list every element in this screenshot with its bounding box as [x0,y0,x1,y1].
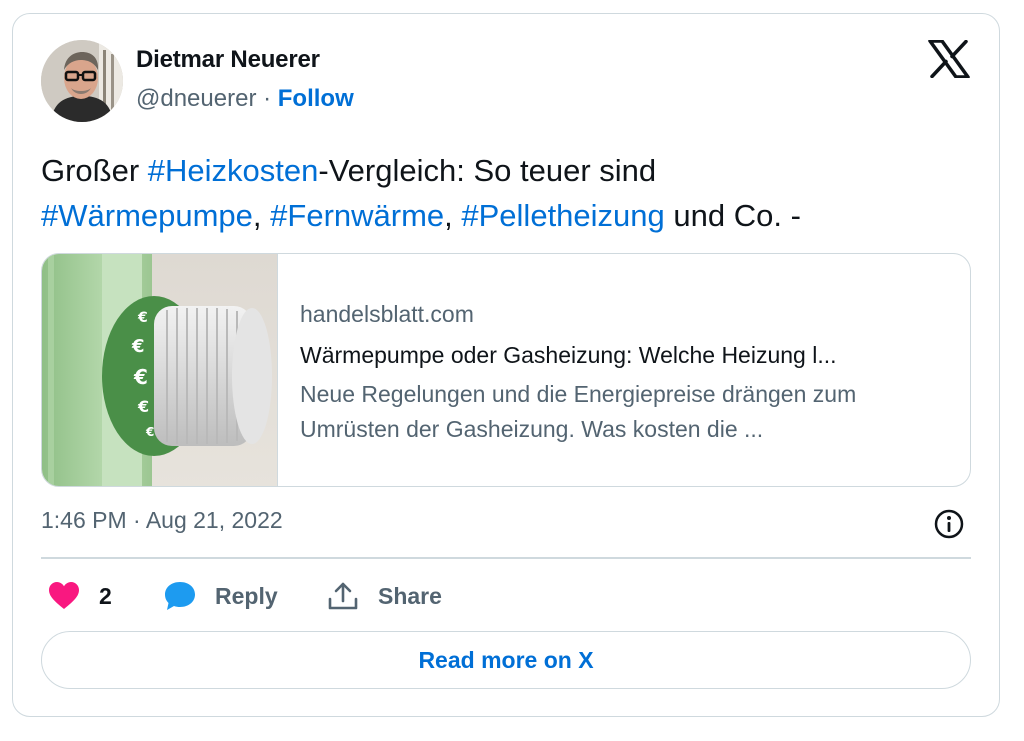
tweet-text-segment: , [252,198,271,233]
share-upload-icon [328,582,358,610]
hashtag-heizkosten[interactable]: #Heizkosten [148,153,319,188]
hashtag-pelletheizung[interactable]: #Pelletheizung [461,198,664,233]
tweet-timestamp[interactable]: 1:46 PM · Aug 21, 2022 [41,507,283,534]
tweet-text: Großer #Heizkosten-Vergleich: So teuer s… [41,148,971,238]
like-button[interactable]: 2 [48,578,112,614]
reply-button[interactable]: Reply [163,578,278,614]
speech-bubble-icon [165,582,195,610]
heart-icon [49,582,79,609]
author-name[interactable]: Dietmar Neuerer [136,46,320,74]
tweet-text-segment: Großer [41,153,148,188]
link-title: Wärmepumpe oder Gasheizung: Welche Heizu… [300,342,837,368]
author-handle[interactable]: @dneuerer [136,85,256,112]
x-logo-icon[interactable] [928,39,970,79]
author-handle-row: @dneuerer · Follow [136,85,354,113]
like-count: 2 [99,582,112,609]
share-label: Share [378,582,442,609]
avatar-photo [41,40,123,122]
avatar[interactable] [41,40,123,122]
svg-text:€: € [133,365,148,389]
tweet-text-segment: und Co. - [664,198,801,233]
tweet-text-segment: , [444,198,462,233]
hashtag-waermepumpe[interactable]: #Wärmepumpe [41,198,253,233]
separator: · [256,85,278,112]
divider [41,557,971,559]
link-preview-card[interactable]: € € € € € handelsblatt.com Wärmepumpe od… [41,253,971,487]
svg-text:€: € [145,425,154,439]
link-description: Neue Regelungen und die Energiepreise dr… [300,381,857,442]
svg-text:€: € [137,397,149,416]
link-thumbnail: € € € € € [42,254,278,486]
svg-text:€: € [131,336,145,357]
tweet-text-segment: -Vergleich: So teuer sind [318,153,657,188]
info-icon[interactable] [933,508,965,540]
svg-text:€: € [137,310,148,326]
share-button[interactable]: Share [326,578,442,614]
read-more-button[interactable]: Read more on X [41,631,971,689]
follow-link[interactable]: Follow [278,85,354,112]
link-domain: handelsblatt.com [300,301,474,327]
hashtag-fernwaerme[interactable]: #Fernwärme [270,198,444,233]
reply-label: Reply [215,582,278,609]
